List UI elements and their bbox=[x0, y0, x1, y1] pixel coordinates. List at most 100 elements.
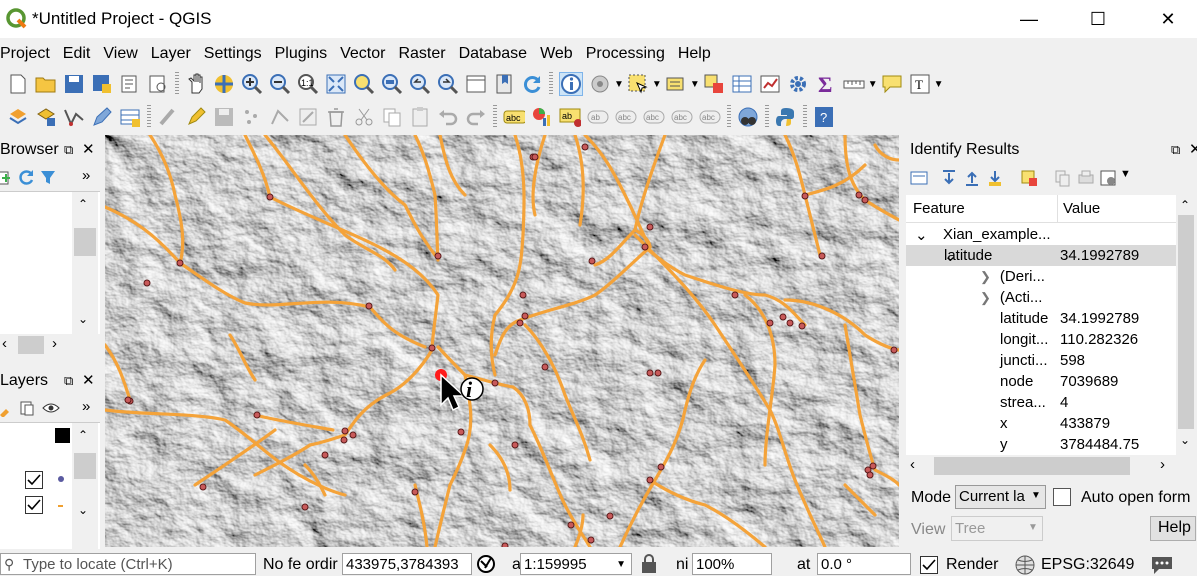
save-as-icon[interactable] bbox=[91, 73, 113, 95]
more-tools-icon[interactable]: » bbox=[82, 167, 90, 184]
coordinate-field[interactable]: 433975,3784393 bbox=[342, 553, 472, 575]
attribute-table-icon[interactable] bbox=[731, 73, 753, 95]
open-project-icon[interactable] bbox=[35, 73, 57, 95]
identify-hscrollbar[interactable]: ‹ › bbox=[906, 455, 1176, 477]
menu-web[interactable]: Web bbox=[540, 40, 573, 68]
minimize-button[interactable]: — bbox=[1006, 0, 1052, 38]
attribute-row[interactable]: juncti... 598 bbox=[906, 350, 1176, 371]
browser-hscrollbar[interactable]: ‹ › bbox=[0, 334, 72, 356]
auto-open-form-checkbox[interactable] bbox=[1053, 488, 1071, 506]
expand-new-results-icon[interactable] bbox=[986, 169, 1004, 187]
chevron-right-icon[interactable]: ❯ bbox=[906, 290, 991, 306]
identify-vscrollbar[interactable]: ⌃ ⌄ bbox=[1176, 195, 1196, 455]
bookmark-icon[interactable] bbox=[493, 73, 515, 95]
header-feature[interactable]: Feature bbox=[913, 200, 965, 217]
zoom-native-icon[interactable]: 1:1 bbox=[297, 73, 319, 95]
statistical-summary-icon[interactable] bbox=[759, 73, 781, 95]
zoom-to-layer-icon[interactable] bbox=[381, 73, 403, 95]
chevron-down-icon[interactable]: ⌄ bbox=[906, 226, 939, 244]
toggle-editing-icon[interactable] bbox=[185, 106, 207, 128]
new-geopackage-icon[interactable] bbox=[35, 106, 57, 128]
mode-select[interactable]: Current la ▼ bbox=[955, 485, 1046, 509]
layer-visibility-checkbox[interactable] bbox=[25, 496, 43, 514]
new-map-view-icon[interactable] bbox=[465, 73, 487, 95]
refresh-browser-icon[interactable] bbox=[19, 169, 35, 185]
tree-row-actions[interactable]: ❯ (Acti... bbox=[906, 287, 1176, 308]
crs-globe-icon[interactable] bbox=[1014, 555, 1036, 575]
menu-raster[interactable]: Raster bbox=[398, 40, 445, 68]
float-panel-icon[interactable]: ⧉ bbox=[1171, 142, 1180, 158]
menu-project[interactable]: Project bbox=[0, 40, 50, 68]
locate-search-input[interactable]: ⚲ Type to locate (Ctrl+K) bbox=[0, 553, 256, 575]
pan-to-selection-icon[interactable] bbox=[213, 73, 235, 95]
float-panel-icon[interactable]: ⧉ bbox=[64, 142, 73, 158]
zoom-to-selection-icon[interactable] bbox=[353, 73, 375, 95]
pan-map-icon[interactable] bbox=[185, 73, 207, 95]
menu-settings[interactable]: Settings bbox=[204, 40, 262, 68]
expand-tree-icon[interactable] bbox=[940, 169, 958, 187]
highlight-pinned-labels-icon[interactable]: ab bbox=[559, 106, 581, 128]
save-project-icon[interactable] bbox=[63, 73, 85, 95]
collapse-tree-icon[interactable] bbox=[963, 169, 981, 187]
tree-row-feature[interactable]: ⌄ latitude 34.1992789 bbox=[906, 245, 1176, 266]
rotation-spinbox[interactable]: 0.0 ° bbox=[817, 553, 911, 575]
identify-tree[interactable]: ⌄ Xian_example... ⌄ latitude 34.1992789 … bbox=[906, 223, 1176, 455]
menu-layer[interactable]: Layer bbox=[151, 40, 191, 68]
tree-row-derived[interactable]: ❯ (Deri... bbox=[906, 266, 1176, 287]
scroll-thumb[interactable] bbox=[74, 228, 96, 256]
attribute-row[interactable]: node 7039689 bbox=[906, 371, 1176, 392]
zoom-last-icon[interactable] bbox=[409, 73, 431, 95]
select-by-value-icon[interactable] bbox=[665, 73, 687, 95]
measure-icon[interactable] bbox=[843, 73, 865, 95]
close-button[interactable]: ✕ bbox=[1145, 0, 1191, 38]
zoom-full-icon[interactable] bbox=[325, 73, 347, 95]
add-group-icon[interactable] bbox=[19, 400, 35, 416]
coordinate-toggle-icon[interactable] bbox=[477, 553, 499, 575]
menu-database[interactable]: Database bbox=[459, 40, 528, 68]
more-tools-icon[interactable]: » bbox=[82, 398, 90, 415]
style-brush-icon[interactable] bbox=[0, 401, 12, 417]
map-canvas[interactable]: i bbox=[105, 135, 899, 547]
sum-icon[interactable]: Σ bbox=[815, 73, 837, 95]
menu-vector[interactable]: Vector bbox=[340, 40, 385, 68]
close-panel-icon[interactable]: ✕ bbox=[82, 140, 95, 158]
deselect-all-icon[interactable] bbox=[703, 73, 725, 95]
layer-labeling-icon[interactable]: abc bbox=[503, 106, 525, 128]
identify-settings-icon[interactable] bbox=[1100, 169, 1118, 187]
metasearch-globe-icon[interactable] bbox=[737, 106, 759, 128]
open-form-icon[interactable] bbox=[910, 170, 928, 186]
clear-results-icon[interactable] bbox=[1020, 169, 1038, 187]
float-panel-icon[interactable]: ⧉ bbox=[64, 373, 73, 389]
attribute-row[interactable]: y 3784484.75 bbox=[906, 434, 1176, 455]
tree-row-layer[interactable]: ⌄ Xian_example... bbox=[906, 224, 1176, 245]
browser-tree[interactable]: ⌃ ⌄ bbox=[0, 191, 100, 334]
new-project-icon[interactable] bbox=[7, 73, 29, 95]
menu-view[interactable]: View bbox=[103, 40, 137, 68]
magnifier-spinbox[interactable]: 100% bbox=[692, 553, 772, 575]
lock-scale-icon[interactable] bbox=[640, 554, 658, 574]
attribute-row[interactable]: longit... 110.282326 bbox=[906, 329, 1176, 350]
close-panel-icon[interactable]: ✕ bbox=[1189, 140, 1197, 158]
identify-features-icon[interactable] bbox=[559, 72, 583, 96]
close-panel-icon[interactable]: ✕ bbox=[82, 371, 95, 389]
attribute-row[interactable]: strea... 4 bbox=[906, 392, 1176, 413]
data-source-manager-icon[interactable] bbox=[7, 106, 29, 128]
settings-dropdown-icon[interactable]: ▼ bbox=[1120, 168, 1131, 180]
layer-visibility-checkbox[interactable] bbox=[25, 471, 43, 489]
layers-tree[interactable]: ⌃ ⌄ bbox=[0, 422, 100, 549]
menu-processing[interactable]: Processing bbox=[586, 40, 665, 68]
text-annotation-icon[interactable]: T bbox=[909, 73, 931, 95]
toolbox-gear-icon[interactable] bbox=[787, 73, 809, 95]
virtual-layer-icon[interactable] bbox=[119, 106, 141, 128]
new-print-layout-icon[interactable] bbox=[119, 73, 141, 95]
refresh-icon[interactable] bbox=[521, 73, 543, 95]
attribute-row[interactable]: x 433879 bbox=[906, 413, 1176, 434]
zoom-in-icon[interactable] bbox=[241, 73, 263, 95]
crs-label[interactable]: EPSG:32649 bbox=[1041, 556, 1134, 574]
map-tips-icon[interactable] bbox=[881, 73, 903, 95]
help-contents-icon[interactable]: ? bbox=[813, 106, 835, 128]
run-feature-action-icon[interactable] bbox=[589, 73, 611, 95]
manage-themes-eye-icon[interactable] bbox=[42, 401, 60, 415]
layers-vscrollbar[interactable]: ⌃ ⌄ bbox=[72, 423, 98, 549]
header-value[interactable]: Value bbox=[1063, 200, 1100, 217]
